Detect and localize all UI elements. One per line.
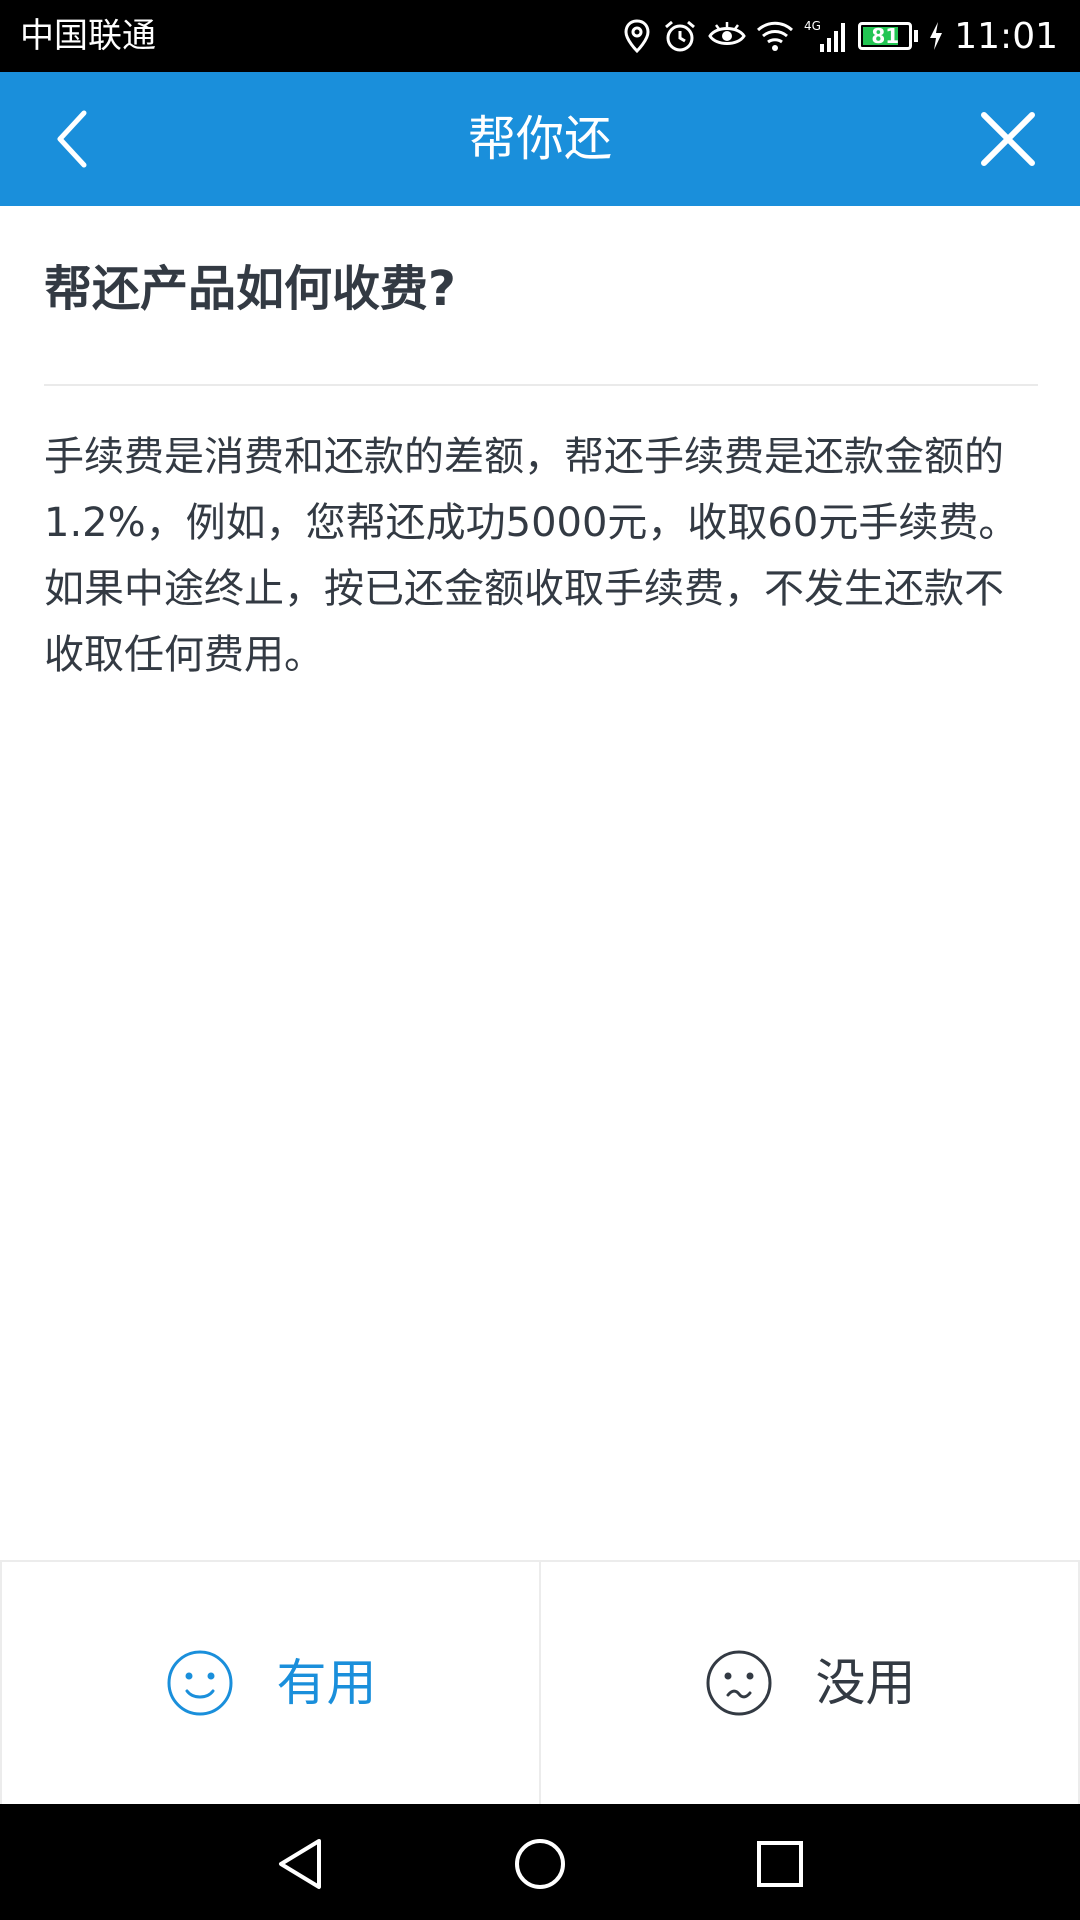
meh-face-icon xyxy=(706,1650,771,1716)
circle-home-icon xyxy=(515,1839,565,1889)
battery-percent: 81 xyxy=(871,24,900,48)
useless-button[interactable]: 没用 xyxy=(541,1562,1080,1804)
nav-back-button[interactable] xyxy=(270,1834,330,1894)
divider xyxy=(44,384,1038,386)
close-button[interactable] xyxy=(972,103,1044,175)
status-bar: 中国联通 4G 81 11:01 xyxy=(0,0,1080,72)
location-icon xyxy=(624,19,650,54)
clock: 11:01 xyxy=(954,15,1058,57)
battery-tip xyxy=(914,30,919,42)
useful-label: 有用 xyxy=(276,1654,377,1712)
back-button[interactable] xyxy=(36,103,108,175)
answer-text: 手续费是消费和还款的差额，帮还手续费是还款金额的1.2%，例如，您帮还成功500… xyxy=(44,434,1019,678)
triangle-back-icon xyxy=(279,1839,321,1889)
alarm-icon xyxy=(665,20,696,52)
navigation-bar xyxy=(0,1804,1080,1920)
app-bar: 帮你还 xyxy=(0,72,1080,206)
useful-button[interactable]: 有用 xyxy=(0,1562,541,1804)
status-icons: 4G 81 11:01 xyxy=(622,12,1058,60)
carrier-name: 中国联通 xyxy=(20,16,156,56)
question-title: 帮还产品如何收费? xyxy=(44,261,456,317)
nav-home-button[interactable] xyxy=(510,1834,570,1894)
square-recents-icon xyxy=(757,1841,803,1887)
smile-icon xyxy=(167,1650,232,1716)
network-type: 4G xyxy=(804,19,821,33)
wifi-icon xyxy=(757,21,794,51)
back-arrow-icon xyxy=(57,110,87,168)
cellular-signal-icon: 4G xyxy=(804,19,846,52)
page-title: 帮你还 xyxy=(467,111,612,167)
eye-icon xyxy=(708,22,747,45)
battery-icon: 81 xyxy=(858,22,913,50)
feedback-bar: 有用 没用 xyxy=(0,1560,1080,1804)
useless-label: 没用 xyxy=(815,1654,916,1712)
nav-recents-button[interactable] xyxy=(750,1834,810,1894)
charging-icon xyxy=(930,22,943,50)
article-content: 帮还产品如何收费? 手续费是消费和还款的差额，帮还手续费是还款金额的1.2%，例… xyxy=(44,206,1038,688)
close-icon xyxy=(981,112,1035,166)
